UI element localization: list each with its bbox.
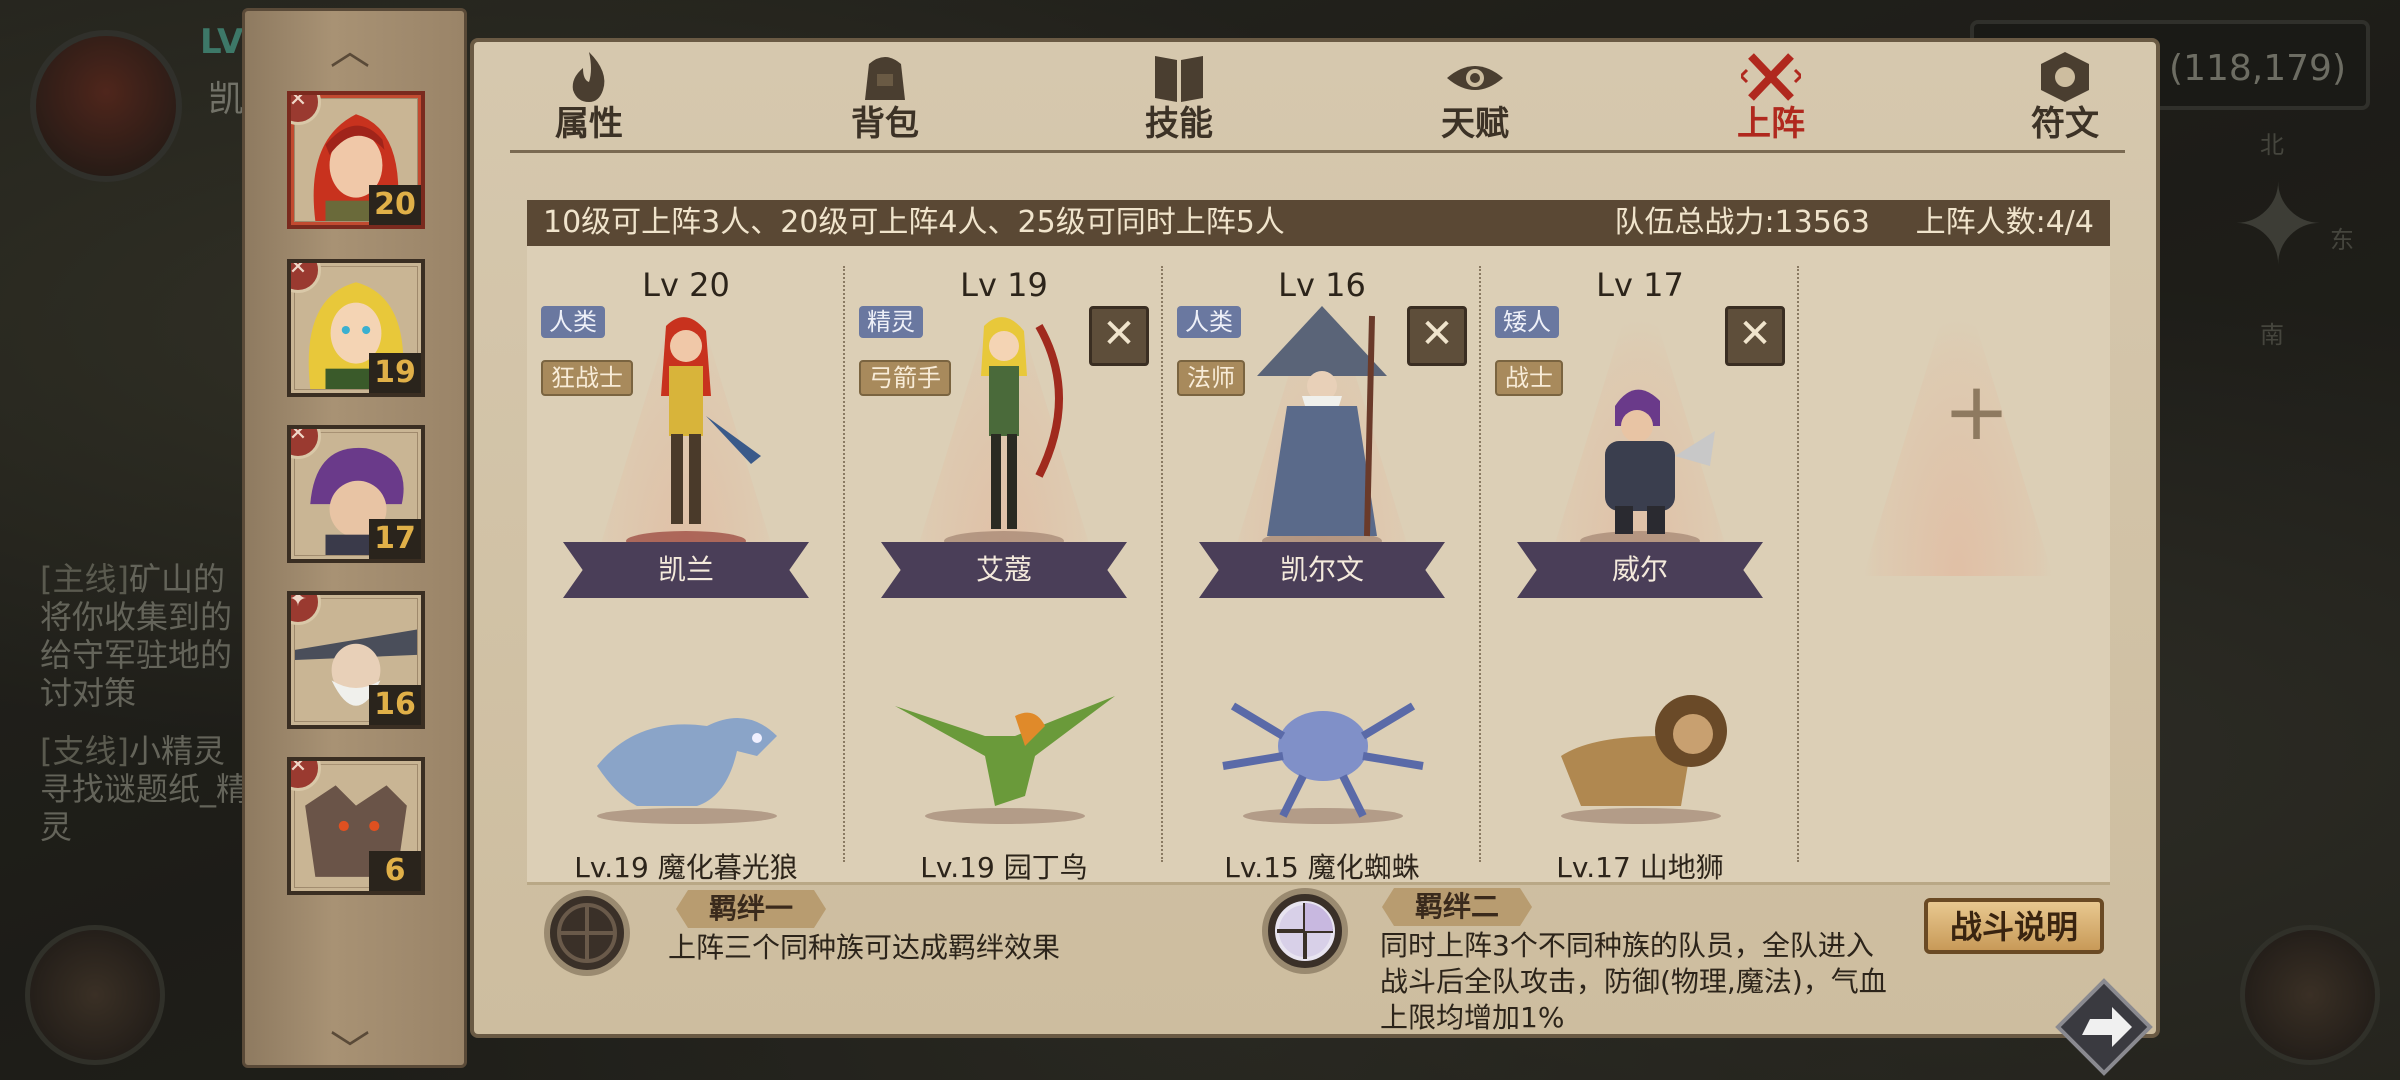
pet-label: Lv.15 魔化蜘蛛: [1224, 851, 1420, 884]
hero-level-label: Lv 20: [642, 266, 730, 304]
hero-portrait-kaierwen[interactable]: ✦ 16: [287, 591, 425, 729]
hero-name-banner: 威尔: [1517, 542, 1763, 598]
wizard-figure-icon: [1257, 306, 1387, 551]
bond-one-title: 羁绊一: [676, 890, 826, 928]
hero-level: 20: [369, 185, 421, 225]
pet-label: Lv.17 山地狮: [1556, 851, 1724, 884]
add-hero-icon[interactable]: +: [1943, 372, 2010, 452]
crossed-swords-icon: [1741, 53, 1801, 101]
bond-two-icon: [1262, 888, 1348, 974]
team-slot-5-empty[interactable]: +: [1799, 246, 2117, 882]
scroll-up-icon[interactable]: ︿: [330, 31, 370, 71]
hero-portrait-aikou[interactable]: ✕ 19: [287, 259, 425, 397]
hero-portrait-weier[interactable]: ✕ 17: [287, 425, 425, 563]
battle-info-button[interactable]: 战斗说明: [1924, 898, 2104, 954]
hero-name-banner: 凯兰: [563, 542, 809, 598]
fire-icon: [572, 52, 605, 102]
team-formation: Lv 20 人类 狂战士 凯兰 Lv.19 魔化暮光狼 Lv 19 精灵 弓箭手…: [527, 246, 2110, 885]
hero-detail-panel: 属性 背包 技能 天赋 上阵 符文 10级可上阵3人、20级可上阵4人、25级可…: [470, 38, 2160, 1076]
race-tag: 人类: [541, 306, 605, 338]
team-slot-1[interactable]: Lv 20 人类 狂战士 凯兰 Lv.19 魔化暮光狼: [527, 246, 845, 884]
hero-level-label: Lv 16: [1278, 266, 1366, 304]
team-slot-4[interactable]: Lv 17 矮人 战士 ✕ 威尔 Lv.17 山地狮: [1481, 246, 1799, 884]
berserker-figure-icon: [626, 317, 761, 551]
lion-pet-icon[interactable]: [1531, 676, 1751, 826]
remove-hero-button[interactable]: ✕: [1725, 306, 1785, 366]
race-tag: 精灵: [859, 306, 923, 338]
return-arrow-icon[interactable]: [2054, 977, 2154, 1077]
eye-icon: [1447, 66, 1503, 90]
bond-two-desc: 同时上阵3个不同种族的队员，全队进入 战斗后全队攻击，防御(物理,魔法)，气血 …: [1380, 929, 1887, 1034]
class-tag: 法师: [1177, 360, 1245, 396]
bird-pet-icon[interactable]: [895, 676, 1115, 826]
rune-icon: [2041, 52, 2089, 102]
pet-label: Lv.19 园丁鸟: [920, 851, 1088, 884]
spider-pet-icon[interactable]: [1213, 676, 1433, 826]
hero-level: 16: [369, 685, 421, 725]
tab-deploy[interactable]: 上阵: [1696, 50, 1846, 150]
hero-portrait-orc[interactable]: ✕ 6: [287, 757, 425, 895]
hero-level-label: Lv 19: [960, 266, 1048, 304]
book-icon: [1155, 56, 1203, 102]
race-tag: 人类: [1177, 306, 1241, 338]
tab-attributes[interactable]: 属性: [514, 50, 664, 150]
pet-label: Lv.19 魔化暮光狼: [574, 851, 798, 884]
team-power: 队伍总战力:13563: [1614, 205, 1870, 240]
team-slot-2[interactable]: Lv 19 精灵 弓箭手 ✕ 艾蔻 Lv.19 园丁鸟: [845, 246, 1163, 884]
tab-backpack[interactable]: 背包: [810, 50, 960, 150]
hero-portrait-kailan[interactable]: ✕ 20: [287, 91, 425, 229]
hero-name-banner: 凯尔文: [1199, 542, 1445, 598]
remove-hero-button[interactable]: ✕: [1407, 306, 1467, 366]
remove-hero-button[interactable]: ✕: [1089, 306, 1149, 366]
dwarf-figure-icon: [1580, 389, 1715, 551]
race-tag: 矮人: [1495, 306, 1559, 338]
hero-sidebar[interactable]: ︿ ✕ 20 ✕ 19 ✕ 17 ✦ 16 ✕ 6 ﹀: [242, 8, 467, 1071]
team-slot-3[interactable]: Lv 16 人类 法师 ✕ 凯尔文 Lv.15 魔化蜘蛛: [1163, 246, 1481, 884]
bond-one-icon: [544, 890, 630, 976]
tab-runes[interactable]: 符文: [1990, 50, 2140, 150]
deploy-rule-text: 10级可上阵3人、20级可上阵4人、25级可同时上阵5人: [543, 205, 1285, 240]
archer-figure-icon: [944, 317, 1064, 551]
hero-name-banner: 艾蔻: [881, 542, 1127, 598]
class-tag: 战士: [1495, 360, 1563, 396]
hero-level: 19: [369, 353, 421, 393]
deploy-count: 上阵人数:4/4: [1915, 205, 2094, 240]
backpack-icon: [865, 57, 905, 100]
wolf-pet-icon[interactable]: [577, 676, 797, 826]
scroll-down-icon[interactable]: ﹀: [330, 1031, 370, 1071]
hero-level-label: Lv 17: [1596, 266, 1684, 304]
tab-divider: [510, 150, 2125, 153]
tab-talent[interactable]: 天赋: [1400, 50, 1550, 150]
tab-skills[interactable]: 技能: [1104, 50, 1254, 150]
bond-one-desc: 上阵三个同种族可达成羁绊效果: [668, 931, 1061, 964]
deploy-info-bar: 10级可上阵3人、20级可上阵4人、25级可同时上阵5人 队伍总战力:13563…: [527, 200, 2110, 246]
bond-two-title: 羁绊二: [1382, 888, 1532, 926]
hero-level: 6: [369, 851, 421, 891]
hero-level: 17: [369, 519, 421, 559]
